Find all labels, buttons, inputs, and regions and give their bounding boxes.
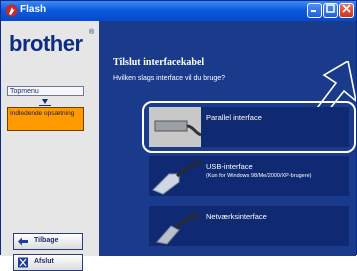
page-question: Hvilken slags interface vil du bruge? bbox=[113, 75, 226, 82]
parallel-cable-icon bbox=[149, 107, 201, 147]
window-title: Flash bbox=[20, 4, 47, 15]
title-bar[interactable]: Flash bbox=[1, 1, 356, 21]
maximize-icon bbox=[326, 4, 335, 13]
option-sublabel: (Kun for Windows 98/Me/2000/XP-brugere) bbox=[206, 173, 312, 179]
app-window: Flash brother ® Topmenu Indledende opsæt… bbox=[0, 0, 357, 271]
close-button[interactable] bbox=[339, 3, 354, 18]
exit-button[interactable]: Afslut bbox=[13, 254, 83, 271]
option-label: USB-interface bbox=[206, 162, 253, 171]
back-arrow-icon bbox=[18, 237, 28, 246]
flash-app-icon bbox=[5, 4, 18, 17]
sidebar: brother ® Topmenu Indledende opsætning T… bbox=[1, 21, 99, 271]
option-network-interface[interactable]: Netværksinterface bbox=[149, 206, 349, 246]
maximize-button[interactable] bbox=[323, 3, 338, 18]
nav-down-arrow-icon bbox=[42, 99, 48, 104]
option-usb-interface[interactable]: USB-interface (Kun for Windows 98/Me/200… bbox=[149, 156, 349, 196]
usb-cable-icon bbox=[149, 156, 201, 196]
exit-label: Afslut bbox=[34, 258, 54, 265]
option-label: Parallel interface bbox=[206, 113, 262, 122]
option-label: Netværksinterface bbox=[206, 212, 267, 221]
back-button[interactable]: Tilbage bbox=[13, 233, 83, 250]
minimize-icon bbox=[311, 10, 316, 12]
nav-current-step[interactable]: Indledende opsætning bbox=[7, 107, 84, 131]
page-title: Tilslut interfacekabel bbox=[113, 57, 205, 68]
brother-logo: brother bbox=[9, 31, 83, 56]
close-icon bbox=[342, 4, 351, 13]
exit-door-icon bbox=[18, 257, 28, 268]
registered-mark: ® bbox=[89, 29, 95, 36]
nav-divider bbox=[39, 105, 51, 106]
option-parallel-interface[interactable]: Parallel interface bbox=[149, 107, 349, 147]
main-panel: Tilslut interfacekabel Hvilken slags int… bbox=[99, 21, 356, 256]
minimize-button[interactable] bbox=[307, 3, 322, 18]
network-cable-icon bbox=[149, 206, 201, 246]
back-label: Tilbage bbox=[34, 237, 59, 244]
nav-topmenu[interactable]: Topmenu bbox=[7, 86, 84, 96]
